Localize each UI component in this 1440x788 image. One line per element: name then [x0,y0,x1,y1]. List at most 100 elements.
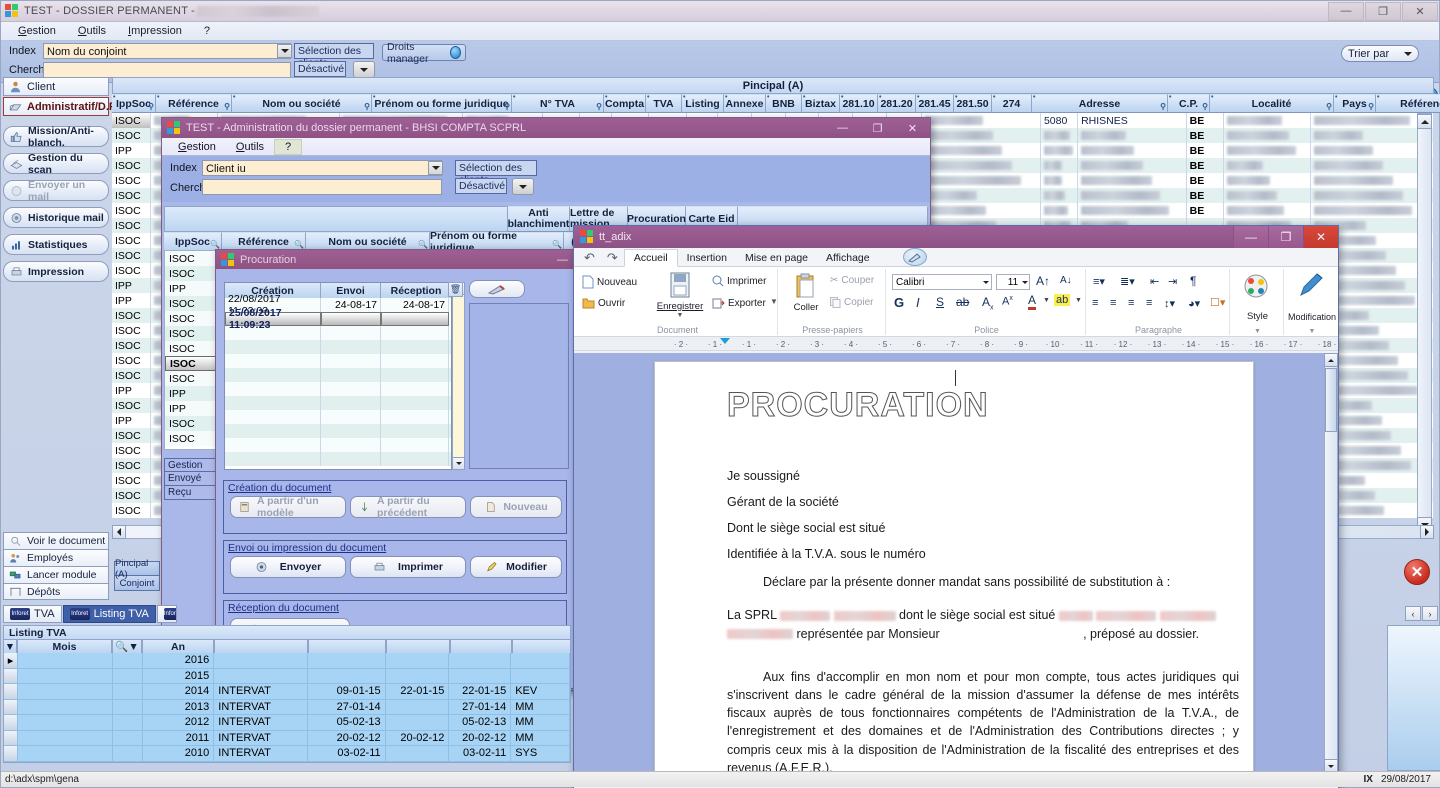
column-resize-handle[interactable]: • [725,94,727,101]
grid-col-annexe[interactable]: Annexe • [724,94,766,113]
list-item[interactable]: ISOC [165,311,221,326]
table-row[interactable]: 25/08/2017 11:09:23 [225,307,451,331]
font-name-caret-icon[interactable] [980,275,992,289]
win2-index-combo[interactable]: Client iu [202,160,442,176]
ribbon-group-modification-caret-icon[interactable]: ▼ [1286,328,1338,335]
list-item[interactable]: IPP [165,401,221,416]
menu-outils[interactable]: Outils [67,24,117,38]
grid-col-pays[interactable]: Pays • ⚲ [1334,94,1376,113]
table-row[interactable]: 2015 [4,668,570,684]
list-item[interactable]: ISOC [165,431,221,446]
italic-icon[interactable]: I [916,295,920,310]
table-row[interactable] [225,326,451,340]
win2-index-combo-arrow-icon[interactable] [428,161,443,175]
grid-col-pr-nom-ou-forme-juridique[interactable]: Prénom ou forme juridique • ⚲ [372,94,512,113]
column-search-icon[interactable]: ⚲ [148,102,154,111]
grid-col-compta[interactable]: Compta • [604,94,646,113]
minimize-icon[interactable]: — [1328,1,1364,21]
table-row[interactable] [225,354,451,368]
sidebar-item-lancer-module[interactable]: Lancer module [3,566,109,583]
prev-page-button[interactable]: ‹ [1405,606,1421,621]
list-item[interactable]: IPP [165,281,221,296]
table-row[interactable] [225,452,451,466]
sidebar-button-historique-mail[interactable]: Historique mail [3,207,109,228]
line-spacing-icon[interactable]: ↕▾ [1164,297,1175,310]
tab-accueil[interactable]: Accueil [623,249,678,267]
decrease-indent-icon[interactable]: ⇤ [1150,275,1159,288]
desactive-button[interactable]: Désactivé [294,61,346,77]
menu-impression[interactable]: Impression [117,24,193,38]
tab-affichage[interactable]: Affichage [817,250,879,266]
column-resize-handle[interactable]: • [157,94,159,101]
table-row[interactable] [225,396,451,410]
ribbon-paste-button[interactable]: Coller [786,273,826,313]
maximize-icon[interactable]: ❐ [1365,1,1401,21]
table-row[interactable]: 2011 INTERVAT 20-02-12 20-02-12 20-02-12 MM [4,730,570,746]
ribbon-save-button[interactable]: Enregistrer ▼ [650,272,710,319]
list-item[interactable]: ISOC [165,416,221,431]
win2-desactive-button[interactable]: Désactivé [455,178,507,194]
table-row[interactable]: ▸ 2016 [4,653,570,669]
column-resize-handle[interactable]: • [233,94,235,101]
tva-col-an[interactable]: An [142,639,214,654]
redo-icon[interactable]: ↷ [601,250,624,266]
table-row[interactable] [225,438,451,452]
column-resize-handle[interactable]: • [993,94,995,101]
undo-icon[interactable]: ↶ [578,250,601,266]
sidebar-item-voir-document[interactable]: Voir le document [3,532,109,549]
droits-manager-button[interactable]: Droits manager [382,41,466,65]
column-resize-handle[interactable]: • [917,94,919,101]
grid-col-281-10[interactable]: 281.10 • [840,94,878,113]
ribbon-export-button[interactable]: Exporter [712,297,766,309]
tva-col-filter-icon[interactable]: 🔍▼ [112,639,142,654]
adix-close-icon[interactable]: ✕ [1303,226,1338,248]
grid-col-r-f-rence[interactable]: Référence•⚲ [1376,94,1440,113]
column-resize-handle[interactable]: • [1377,94,1379,101]
style-button[interactable] [1242,273,1270,302]
list-item[interactable]: IPP [165,386,221,401]
tva-col-mois[interactable]: Mois [17,639,112,654]
sidebar-item-administratif[interactable]: Administratif/D.P. [3,97,118,116]
procuration-btn-modifier[interactable]: Modifier [470,556,562,578]
column-resize-handle[interactable]: • [373,94,375,101]
procuration-minimize-icon[interactable]: — [557,254,568,266]
sidebar-button-envoyer-mail[interactable]: Envoyer un mail [3,179,109,203]
align-center-icon[interactable]: ≡ [1110,297,1116,309]
win2-col-ippsoc[interactable]: IppSoc 🔍 [164,232,222,251]
tva-col-type[interactable] [214,639,308,654]
ribbon-cut-button[interactable]: ✂ Couper [830,275,874,286]
column-search-icon[interactable]: ⚲ [504,102,510,111]
column-resize-handle[interactable]: • [955,94,957,101]
underline-icon[interactable]: S [936,295,944,309]
align-left-icon[interactable]: ≡ [1092,297,1098,309]
adix-minimize-icon[interactable]: — [1233,226,1268,248]
numbered-list-icon[interactable]: ≣▾ [1120,275,1135,288]
table-row[interactable] [225,424,451,438]
increase-font-icon[interactable]: A↑ [1036,274,1050,288]
close-icon[interactable]: ✕ [1402,1,1438,21]
ribbon-new-button[interactable]: Nouveau [582,275,637,289]
list-item[interactable]: ISOC [165,296,221,311]
quick-style-icon[interactable] [902,248,927,266]
table-row[interactable]: 2010 INTERVAT 03-02-11 03-02-11 SYS [4,746,570,762]
subscript-icon[interactable]: Ax [982,295,994,311]
show-marks-icon[interactable]: ¶ [1190,274,1196,288]
table-row[interactable] [225,340,451,354]
win2-selection-clients-button[interactable]: Sélection des clients... [455,160,537,186]
grid-col-localit-[interactable]: Localité • ⚲ [1210,94,1334,113]
table-row[interactable] [225,382,451,396]
increase-indent-icon[interactable]: ⇥ [1168,275,1177,288]
sidebar-button-mission[interactable]: Mission/Anti-blanch. [3,125,109,149]
adix-vertical-scrollbar[interactable] [1324,353,1338,773]
ribbon-group-style-caret-icon[interactable]: ▼ [1232,328,1283,335]
decrease-font-icon[interactable]: A↓ [1060,275,1072,286]
proc-scroll-down-icon[interactable] [452,457,465,470]
bullet-list-icon[interactable]: ≡▾ [1093,275,1105,288]
sidebar-item-depots[interactable]: Dépôts [3,583,109,600]
table-row[interactable]: 2013 INTERVAT 27-01-14 27-01-14 MM [4,699,570,715]
bold-icon[interactable]: G [894,295,904,310]
highlight-icon[interactable]: ab [1054,294,1071,306]
win2-tab-recu[interactable]: Reçu [164,486,218,500]
tab-principal[interactable]: Pincipal (A) [114,558,160,580]
column-search-icon[interactable]: ⚲ [1160,102,1166,111]
